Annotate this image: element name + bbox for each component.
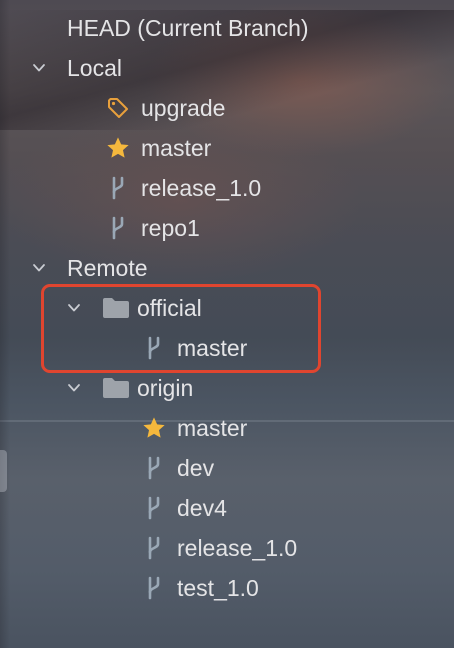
tree-group-remote[interactable]: Remote bbox=[32, 248, 148, 288]
branch-icon bbox=[103, 213, 133, 243]
tree-item-repo1[interactable]: repo1 bbox=[103, 208, 200, 248]
tree-item-upgrade[interactable]: upgrade bbox=[103, 88, 225, 128]
tree-item-origin-test[interactable]: test_1.0 bbox=[139, 568, 259, 608]
tree-item-head[interactable]: HEAD (Current Branch) bbox=[67, 8, 309, 48]
chevron-down-icon[interactable] bbox=[32, 261, 46, 275]
tree-group-origin[interactable]: origin bbox=[67, 368, 193, 408]
folder-icon bbox=[101, 373, 131, 403]
star-icon bbox=[103, 133, 133, 163]
branch-icon bbox=[103, 173, 133, 203]
chevron-down-icon[interactable] bbox=[67, 381, 81, 395]
tree-item-release[interactable]: release_1.0 bbox=[103, 168, 261, 208]
branches-tree: HEAD (Current Branch) Local upgrade mast… bbox=[0, 0, 454, 648]
tree-item-label: HEAD (Current Branch) bbox=[67, 14, 309, 41]
tree-item-label: master bbox=[141, 134, 212, 161]
branch-icon bbox=[139, 453, 169, 483]
tree-item-label: upgrade bbox=[141, 94, 226, 121]
branch-icon bbox=[139, 493, 169, 523]
tree-item-master[interactable]: master bbox=[103, 128, 211, 168]
tree-item-label: dev4 bbox=[177, 494, 227, 521]
tree-item-origin-master[interactable]: master bbox=[139, 408, 247, 448]
branch-icon bbox=[139, 533, 169, 563]
tag-icon bbox=[103, 93, 133, 123]
tree-item-origin-dev[interactable]: dev bbox=[139, 448, 214, 488]
tree-item-origin-release[interactable]: release_1.0 bbox=[139, 528, 297, 568]
tree-item-label: release_1.0 bbox=[141, 174, 262, 201]
tree-item-origin-dev4[interactable]: dev4 bbox=[139, 488, 227, 528]
tree-item-label: test_1.0 bbox=[177, 574, 259, 601]
chevron-down-icon[interactable] bbox=[32, 61, 46, 75]
branch-icon bbox=[139, 573, 169, 603]
star-icon bbox=[139, 413, 169, 443]
tree-item-label: repo1 bbox=[141, 214, 200, 241]
tree-group-local[interactable]: Local bbox=[32, 48, 122, 88]
tree-group-label: Remote bbox=[67, 254, 148, 281]
tree-item-label: release_1.0 bbox=[177, 534, 298, 561]
tree-item-label: master bbox=[177, 414, 248, 441]
tree-item-label: dev bbox=[177, 454, 215, 481]
tree-group-label: Local bbox=[67, 54, 122, 81]
tree-group-label: origin bbox=[137, 374, 194, 401]
highlight-annotation-box bbox=[41, 284, 321, 373]
